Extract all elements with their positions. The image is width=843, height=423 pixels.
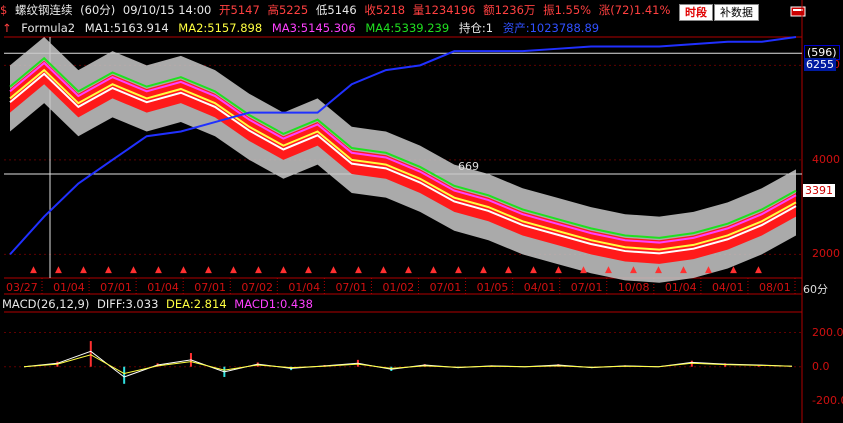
buy-signal-marker: ▲ bbox=[330, 265, 337, 275]
buy-signal-marker: ▲ bbox=[105, 265, 112, 275]
time-tick-label: 07/01 bbox=[335, 281, 368, 294]
buy-signal-marker: ▲ bbox=[280, 265, 287, 275]
buy-signal-marker: ▲ bbox=[530, 265, 537, 275]
buy-signal-marker: ▲ bbox=[130, 265, 137, 275]
buy-signal-marker: ▲ bbox=[255, 265, 262, 275]
buy-signal-marker: ▲ bbox=[205, 265, 212, 275]
time-tick-label: 04/01 bbox=[711, 281, 744, 294]
price-tick-label: 2000 bbox=[812, 247, 840, 261]
price-annotation: 669 bbox=[458, 160, 479, 173]
time-tick-label: 01/02 bbox=[382, 281, 415, 294]
buy-signal-marker: ▲ bbox=[555, 265, 562, 275]
macd-tick-label: 200.0 bbox=[812, 325, 843, 339]
price-tick-label: 4000 bbox=[812, 152, 840, 166]
time-tick-label: 01/04 bbox=[147, 281, 179, 294]
buy-signal-marker: ▲ bbox=[305, 265, 312, 275]
buy-signal-marker: ▲ bbox=[630, 265, 637, 275]
macd-tick-label: 0.0 bbox=[812, 359, 830, 373]
buy-signal-marker: ▲ bbox=[605, 265, 612, 275]
time-tick-label: 07/02 bbox=[241, 281, 274, 294]
macd-name: MACD(26,12,9) bbox=[2, 297, 90, 311]
buy-signal-marker: ▲ bbox=[55, 265, 62, 275]
time-tick-label: 07/01 bbox=[194, 281, 226, 294]
period-indicator: 60分 bbox=[803, 283, 828, 296]
macd-tick-label: -200.0 bbox=[812, 393, 843, 407]
buy-signal-marker: ▲ bbox=[730, 265, 737, 275]
buy-signal-marker: ▲ bbox=[680, 265, 687, 275]
time-tick-label: 01/04 bbox=[664, 281, 697, 294]
buy-signal-marker: ▲ bbox=[455, 265, 462, 275]
buy-signal-marker: ▲ bbox=[80, 265, 87, 275]
macd-info-bar: MACD(26,12,9) DIFF:3.033 DEA:2.814 MACD1… bbox=[2, 297, 317, 313]
macd-dea: DEA:2.814 bbox=[166, 297, 227, 311]
buy-signal-marker: ▲ bbox=[355, 265, 362, 275]
buy-signal-marker: ▲ bbox=[30, 265, 37, 275]
price-series: ▲ ▲ ▲ ▲ ▲ ▲ ▲ ▲ ▲ ▲ ▲ ▲ ▲ ▲ ▲ ▲ ▲ ▲ ▲ ▲ ▲ ▲ ▲ ▲ ▲ ▲ ▲ ▲ ▲ ▲ bbox=[9, 36, 797, 283]
buy-signal-marker: ▲ bbox=[180, 265, 187, 275]
asset-price-tag: 6255 bbox=[804, 58, 836, 71]
buy-signal-marker: ▲ bbox=[430, 265, 437, 275]
time-tick-label: 10/08 bbox=[617, 281, 650, 294]
time-tick-label: 07/01 bbox=[429, 281, 462, 294]
buy-signal-marker: ▲ bbox=[480, 265, 487, 275]
time-tick-label: 07/01 bbox=[570, 281, 603, 294]
time-tick-label: 01/05 bbox=[476, 281, 509, 294]
diff-line bbox=[23, 350, 793, 378]
time-tick-label: 08/01 bbox=[759, 281, 791, 294]
time-tick-label: 07/01 bbox=[100, 281, 132, 294]
buy-signal-marker: ▲ bbox=[405, 265, 412, 275]
time-tick-label: 01/04 bbox=[288, 281, 321, 294]
time-tick-label: 04/01 bbox=[523, 281, 556, 294]
price-chart-svg[interactable]: ▲ ▲ ▲ ▲ ▲ ▲ ▲ ▲ ▲ ▲ ▲ ▲ ▲ ▲ ▲ ▲ ▲ ▲ ▲ ▲ ▲ ▲ ▲ ▲ ▲ ▲ ▲ ▲ ▲ ▲ bbox=[0, 0, 843, 423]
buy-signal-marker: ▲ bbox=[580, 265, 587, 275]
buy-signal-marker: ▲ bbox=[505, 265, 512, 275]
buy-signal-marker: ▲ bbox=[755, 265, 762, 275]
buy-signal-marker: ▲ bbox=[230, 265, 237, 275]
macd-diff: DIFF:3.033 bbox=[97, 297, 159, 311]
macd-series bbox=[4, 332, 802, 384]
time-tick-label: 01/04 bbox=[53, 281, 85, 294]
macd-macd1: MACD1:0.438 bbox=[234, 297, 313, 311]
buy-signal-marker: ▲ bbox=[705, 265, 712, 275]
time-tick-label: 03/27 bbox=[6, 281, 38, 294]
buy-signal-marker: ▲ bbox=[380, 265, 387, 275]
last-price-tag: 3391 bbox=[803, 184, 835, 197]
buy-signal-marker: ▲ bbox=[655, 265, 662, 275]
buy-signal-marker: ▲ bbox=[155, 265, 162, 275]
